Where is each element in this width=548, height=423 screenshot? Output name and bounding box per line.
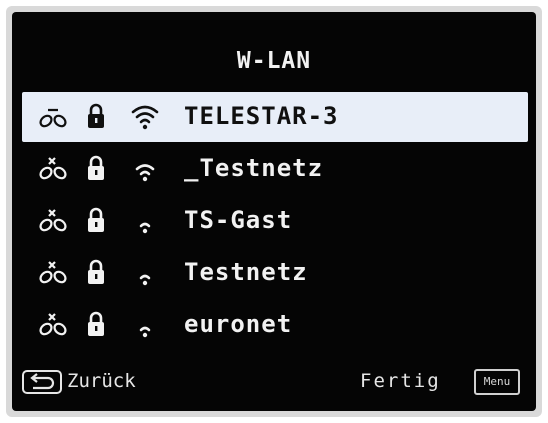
- lock-icon: [88, 155, 104, 180]
- network-row[interactable]: _Testnetz: [22, 144, 528, 196]
- link-broken-icon: [39, 313, 67, 336]
- lock-icon: [88, 311, 104, 336]
- done-label[interactable]: Fertig: [360, 370, 441, 392]
- device-screen: W-LAN TELESTAR-3 _Testnetz TS-Gast Testn…: [12, 12, 536, 411]
- screen-title: W-LAN: [236, 48, 312, 74]
- lock-icon: [88, 207, 104, 232]
- link-broken-icon: [39, 157, 67, 180]
- network-list: TELESTAR-3 _Testnetz TS-Gast Testnetz eu…: [22, 92, 528, 352]
- link-icon: [39, 108, 67, 128]
- network-row[interactable]: euronet: [22, 300, 528, 352]
- network-name: TS-Gast: [184, 206, 293, 234]
- network-name: _Testnetz: [184, 154, 324, 182]
- wifi-signal-icon: [131, 105, 159, 130]
- network-name: euronet: [184, 310, 293, 338]
- back-label[interactable]: Zurück: [67, 370, 136, 392]
- network-name: TELESTAR-3: [184, 102, 339, 130]
- network-row[interactable]: TS-Gast: [22, 196, 528, 248]
- network-name: Testnetz: [184, 258, 308, 286]
- menu-button[interactable]: Menu: [474, 369, 520, 395]
- wifi-signal-icon: [139, 326, 151, 338]
- back-button[interactable]: [22, 370, 62, 394]
- network-row[interactable]: Testnetz: [22, 248, 528, 300]
- lock-icon: [88, 259, 104, 284]
- wifi-signal-icon: [139, 274, 151, 286]
- link-broken-icon: [39, 261, 67, 284]
- network-row[interactable]: TELESTAR-3: [22, 92, 528, 142]
- link-broken-icon: [39, 209, 67, 232]
- return-arrow-icon: [30, 373, 55, 390]
- wifi-signal-icon: [139, 222, 151, 234]
- lock-icon: [88, 103, 104, 128]
- wifi-signal-icon: [135, 164, 155, 182]
- softkey-bar: Zurück Fertig Menu: [12, 364, 536, 404]
